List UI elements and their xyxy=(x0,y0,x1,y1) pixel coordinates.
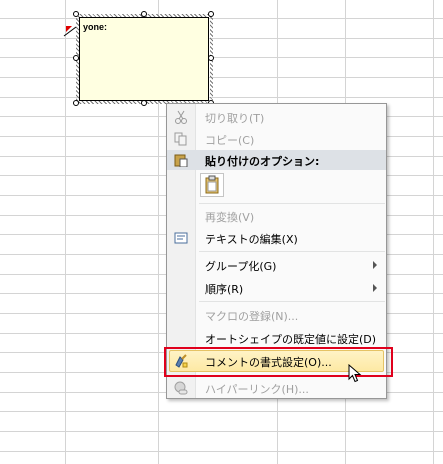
clipboard-icon xyxy=(174,154,188,167)
comment-author: yone: xyxy=(83,22,108,32)
paste-options-header: 貼り付けのオプション: xyxy=(167,150,386,170)
globe-link-icon xyxy=(174,381,188,395)
submenu-arrow-icon xyxy=(373,261,377,269)
resize-handle[interactable] xyxy=(73,100,79,106)
comment-indicator-icon xyxy=(63,26,76,37)
menu-item-label: 再変換(V) xyxy=(205,211,255,224)
menu-item-order[interactable]: 順序(R) xyxy=(167,277,386,299)
paste-option-tile[interactable] xyxy=(200,173,224,197)
menu-item-label: 順序(R) xyxy=(205,283,244,296)
menu-item-set-autoshape-default[interactable]: オートシェイプの既定値に設定(D) xyxy=(167,327,386,349)
menu-item-label: グループ化(G) xyxy=(205,260,277,273)
menu-item-cut[interactable]: 切り取り(T) xyxy=(167,106,386,128)
menu-item-reconvert[interactable]: 再変換(V) xyxy=(167,205,386,227)
menu-item-group[interactable]: グループ化(G) xyxy=(167,254,386,276)
menu-separator xyxy=(199,251,385,252)
scissors-icon xyxy=(175,110,187,124)
menu-item-assign-macro[interactable]: マクロの登録(N)... xyxy=(167,304,386,326)
menu-item-edit-text[interactable]: テキストの編集(X) xyxy=(167,227,386,249)
edit-text-icon xyxy=(174,232,188,244)
resize-handle[interactable] xyxy=(73,11,79,17)
menu-item-label: オートシェイプの既定値に設定(D) xyxy=(205,333,377,346)
menu-separator xyxy=(199,203,385,204)
menu-item-label: ハイパーリンク(H)... xyxy=(205,383,309,396)
paste-clipboard-icon xyxy=(205,175,219,194)
menu-item-label: マクロの登録(N)... xyxy=(205,310,299,323)
resize-handle[interactable] xyxy=(208,11,214,17)
resize-handle[interactable] xyxy=(141,100,147,106)
resize-handle[interactable] xyxy=(141,11,147,17)
menu-item-label: 切り取り(T) xyxy=(205,112,265,125)
comment-box[interactable]: yone: xyxy=(79,17,209,101)
submenu-arrow-icon xyxy=(373,284,377,292)
copy-icon xyxy=(174,132,187,146)
menu-item-copy[interactable]: コピー(C) xyxy=(167,128,386,150)
resize-handle[interactable] xyxy=(208,55,214,61)
paste-options-label: 貼り付けのオプション: xyxy=(205,155,320,168)
menu-item-label: テキストの編集(X) xyxy=(205,233,298,246)
menu-item-label: コピー(C) xyxy=(205,134,255,147)
mouse-pointer-icon xyxy=(348,364,362,383)
resize-handle[interactable] xyxy=(73,55,79,61)
menu-separator xyxy=(199,301,385,302)
